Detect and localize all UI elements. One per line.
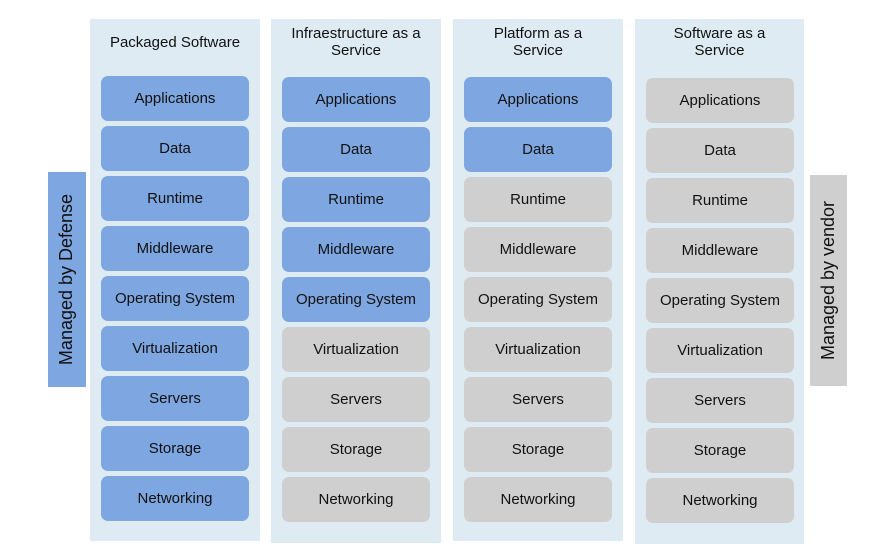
- layer-runtime: Runtime: [464, 177, 612, 222]
- layer-servers: Servers: [282, 377, 430, 422]
- layer-middleware: Middleware: [464, 227, 612, 272]
- layer-storage: Storage: [101, 426, 249, 471]
- layer-storage: Storage: [646, 428, 794, 473]
- column-title: Packaged Software: [109, 34, 241, 51]
- layer-networking: Networking: [101, 476, 249, 521]
- layer-networking: Networking: [282, 477, 430, 522]
- layer-middleware: Middleware: [101, 226, 249, 271]
- layer-data: Data: [282, 127, 430, 172]
- layer-storage: Storage: [464, 427, 612, 472]
- layer-data: Data: [646, 128, 794, 173]
- layer-networking: Networking: [646, 478, 794, 523]
- layer-runtime: Runtime: [101, 176, 249, 221]
- layer-middleware: Middleware: [282, 227, 430, 272]
- layer-virtualization: Virtualization: [101, 326, 249, 371]
- column-title: Infraestructure as a Service: [291, 25, 421, 59]
- layer-virtualization: Virtualization: [646, 328, 794, 373]
- layer-operating-system: Operating System: [646, 278, 794, 323]
- layer-operating-system: Operating System: [282, 277, 430, 322]
- layer-operating-system: Operating System: [464, 277, 612, 322]
- layer-data: Data: [464, 127, 612, 172]
- column-packaged-software: Packaged Software Applications Data Runtime…: [90, 19, 260, 541]
- managed-by-defense-label: Managed by Defense: [48, 172, 86, 387]
- column-title: Software as a Service: [673, 25, 766, 59]
- column-platform-as-a-service: Platform as a Service Applications Data Run…: [453, 19, 623, 541]
- layer-servers: Servers: [464, 377, 612, 422]
- layer-virtualization: Virtualization: [464, 327, 612, 372]
- layer-storage: Storage: [282, 427, 430, 472]
- layer-data: Data: [101, 126, 249, 171]
- managed-by-vendor-label: Managed by vendor: [810, 175, 847, 386]
- column-title: Platform as a Service: [493, 25, 583, 59]
- layer-operating-system: Operating System: [101, 276, 249, 321]
- layer-applications: Applications: [101, 76, 249, 121]
- layer-runtime: Runtime: [646, 178, 794, 223]
- layer-servers: Servers: [646, 378, 794, 423]
- layer-runtime: Runtime: [282, 177, 430, 222]
- layer-virtualization: Virtualization: [282, 327, 430, 372]
- column-software-as-a-service: Software as a Service Applications Data Run…: [635, 19, 804, 544]
- layer-networking: Networking: [464, 477, 612, 522]
- layer-applications: Applications: [282, 77, 430, 122]
- layer-servers: Servers: [101, 376, 249, 421]
- layer-applications: Applications: [464, 77, 612, 122]
- layer-applications: Applications: [646, 78, 794, 123]
- layer-middleware: Middleware: [646, 228, 794, 273]
- column-infraestructure-as-a-service: Infraestructure as a Service Applications…: [271, 19, 441, 543]
